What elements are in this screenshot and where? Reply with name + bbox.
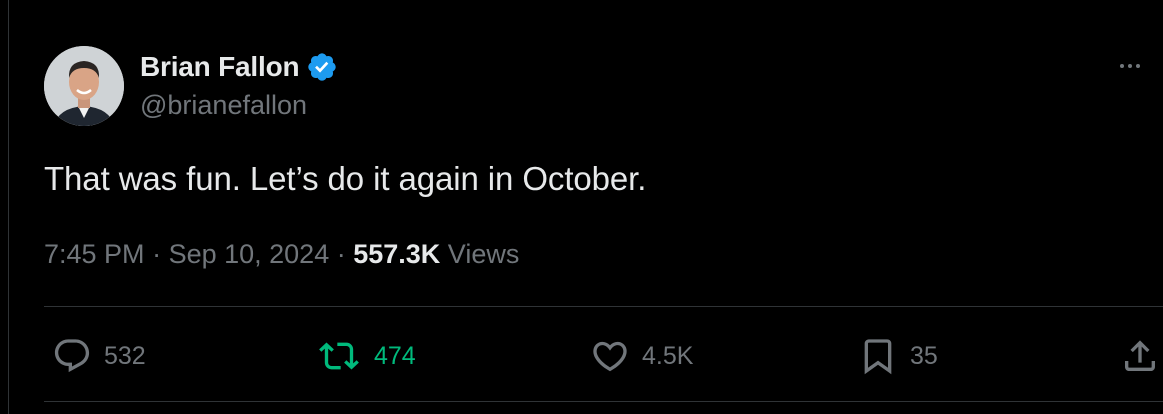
author-handle[interactable]: @brianefallon xyxy=(140,90,307,121)
author-display-name[interactable]: Brian Fallon xyxy=(140,51,300,83)
like-count: 4.5K xyxy=(642,341,694,370)
author-name-row: Brian Fallon xyxy=(140,50,338,84)
bookmark-count: 35 xyxy=(910,341,938,370)
reply-button[interactable]: 532 xyxy=(52,334,146,378)
heart-icon xyxy=(593,341,627,372)
retweet-count: 474 xyxy=(374,341,416,370)
tweet-actions-bar: 532 474 4.5K 35 xyxy=(52,334,1163,378)
avatar[interactable] xyxy=(44,46,124,126)
tweet-meta: 7:45 PM · Sep 10, 2024 · 557.3K Views xyxy=(44,239,519,270)
retweet-button[interactable]: 474 xyxy=(316,334,416,378)
reply-count: 532 xyxy=(104,341,146,370)
actions-bottom-divider xyxy=(44,401,1163,402)
timeline-left-border xyxy=(8,0,9,414)
avatar-image xyxy=(44,46,124,126)
more-options-icon[interactable] xyxy=(1120,56,1144,76)
share-button[interactable] xyxy=(1120,334,1160,378)
share-icon xyxy=(1125,340,1155,371)
tweet-header: Brian Fallon @brianefallon xyxy=(44,46,1144,126)
views-label: Views xyxy=(440,239,520,269)
tweet-time[interactable]: 7:45 PM xyxy=(44,239,145,269)
verified-badge-icon[interactable] xyxy=(306,51,338,83)
reply-icon xyxy=(54,339,90,373)
meta-separator: · xyxy=(144,239,169,269)
meta-separator: · xyxy=(329,239,354,269)
actions-top-divider xyxy=(44,306,1163,307)
tweet-text: That was fun. Let’s do it again in Octob… xyxy=(44,160,647,197)
tweet-date[interactable]: Sep 10, 2024 xyxy=(169,239,330,269)
retweet-icon xyxy=(319,342,359,370)
bookmark-button[interactable]: 35 xyxy=(858,334,938,378)
like-button[interactable]: 4.5K xyxy=(590,334,693,378)
bookmark-icon xyxy=(864,339,892,375)
views-count[interactable]: 557.3K xyxy=(353,239,440,269)
